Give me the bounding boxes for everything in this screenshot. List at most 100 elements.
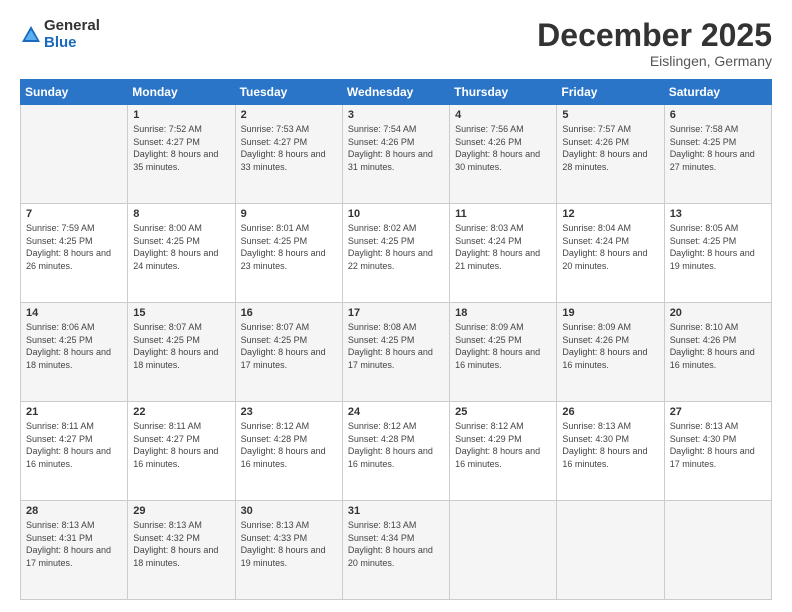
- day-number: 31: [348, 505, 444, 517]
- day-number: 10: [348, 208, 444, 220]
- day-cell: 13Sunrise: 8:05 AMSunset: 4:25 PMDayligh…: [664, 204, 771, 303]
- day-number: 30: [241, 505, 337, 517]
- day-cell: 15 Sunrise: 8:07 AMSunset: 4:25 PMDayligh…: [128, 303, 235, 402]
- day-number: 18: [455, 307, 551, 319]
- weekday-row: SundayMondayTuesdayWednesdayThursdayFrid…: [21, 80, 772, 105]
- calendar-header: SundayMondayTuesdayWednesdayThursdayFrid…: [21, 80, 772, 105]
- day-number: 24: [348, 406, 444, 418]
- day-number: 2: [241, 109, 337, 121]
- day-info: Sunrise: 8:13 AMSunset: 4:30 PMDaylight:…: [670, 420, 766, 470]
- day-info: Sunrise: 8:11 AMSunset: 4:27 PMDaylight:…: [26, 420, 122, 470]
- day-info: Sunrise: 8:01 AMSunset: 4:25 PMDaylight:…: [241, 222, 337, 272]
- day-number: 6: [670, 109, 766, 121]
- day-cell: 5 Sunrise: 7:57 AMSunset: 4:26 PMDaylight…: [557, 105, 664, 204]
- weekday-header-wednesday: Wednesday: [342, 80, 449, 105]
- day-number: 27: [670, 406, 766, 418]
- header: General Blue December 2025 Eislingen, Ge…: [20, 18, 772, 69]
- day-info: Sunrise: 8:13 AMSunset: 4:33 PMDaylight:…: [241, 519, 337, 569]
- day-cell: 19 Sunrise: 8:09 AMSunset: 4:26 PMDayligh…: [557, 303, 664, 402]
- day-cell: [557, 501, 664, 600]
- day-cell: 31 Sunrise: 8:13 AMSunset: 4:34 PMDayligh…: [342, 501, 449, 600]
- day-cell: 23 Sunrise: 8:12 AMSunset: 4:28 PMDayligh…: [235, 402, 342, 501]
- logo-text: General Blue: [44, 18, 100, 51]
- day-info: Sunrise: 7:57 AMSunset: 4:26 PMDaylight:…: [562, 123, 658, 173]
- day-cell: 30 Sunrise: 8:13 AMSunset: 4:33 PMDayligh…: [235, 501, 342, 600]
- day-info: Sunrise: 8:08 AMSunset: 4:25 PMDaylight:…: [348, 321, 444, 371]
- week-row-1: 1Sunrise: 7:52 AMSunset: 4:27 PMDaylight…: [21, 105, 772, 204]
- day-info: Sunrise: 8:13 AMSunset: 4:34 PMDaylight:…: [348, 519, 444, 569]
- day-info: Sunrise: 8:12 AMSunset: 4:29 PMDaylight:…: [455, 420, 551, 470]
- day-number: 26: [562, 406, 658, 418]
- day-number: 9: [241, 208, 337, 220]
- day-number: 5: [562, 109, 658, 121]
- logo-icon: [20, 24, 42, 46]
- day-number: 15: [133, 307, 229, 319]
- day-info: Sunrise: 8:11 AMSunset: 4:27 PMDaylight:…: [133, 420, 229, 470]
- day-cell: 28 Sunrise: 8:13 AMSunset: 4:31 PMDayligh…: [21, 501, 128, 600]
- week-row-5: 28 Sunrise: 8:13 AMSunset: 4:31 PMDayligh…: [21, 501, 772, 600]
- day-info: Sunrise: 7:52 AMSunset: 4:27 PMDaylight:…: [133, 123, 229, 173]
- day-number: 22: [133, 406, 229, 418]
- day-number: 11: [455, 208, 551, 220]
- day-number: 3: [348, 109, 444, 121]
- week-row-4: 21Sunrise: 8:11 AMSunset: 4:27 PMDayligh…: [21, 402, 772, 501]
- day-cell: 8Sunrise: 8:00 AMSunset: 4:25 PMDaylight…: [128, 204, 235, 303]
- day-cell: 9 Sunrise: 8:01 AMSunset: 4:25 PMDaylight…: [235, 204, 342, 303]
- day-info: Sunrise: 8:02 AMSunset: 4:25 PMDaylight:…: [348, 222, 444, 272]
- day-info: Sunrise: 8:04 AMSunset: 4:24 PMDaylight:…: [562, 222, 658, 272]
- day-cell: 17 Sunrise: 8:08 AMSunset: 4:25 PMDayligh…: [342, 303, 449, 402]
- day-info: Sunrise: 7:53 AMSunset: 4:27 PMDaylight:…: [241, 123, 337, 173]
- calendar-body: 1Sunrise: 7:52 AMSunset: 4:27 PMDaylight…: [21, 105, 772, 600]
- day-info: Sunrise: 8:13 AMSunset: 4:32 PMDaylight:…: [133, 519, 229, 569]
- weekday-header-thursday: Thursday: [450, 80, 557, 105]
- day-number: 25: [455, 406, 551, 418]
- logo: General Blue: [20, 18, 100, 51]
- weekday-header-sunday: Sunday: [21, 80, 128, 105]
- day-info: Sunrise: 7:59 AMSunset: 4:25 PMDaylight:…: [26, 222, 122, 272]
- title-block: December 2025 Eislingen, Germany: [537, 18, 772, 69]
- day-number: 14: [26, 307, 122, 319]
- day-cell: 14Sunrise: 8:06 AMSunset: 4:25 PMDayligh…: [21, 303, 128, 402]
- day-cell: 24 Sunrise: 8:12 AMSunset: 4:28 PMDayligh…: [342, 402, 449, 501]
- day-number: 19: [562, 307, 658, 319]
- day-cell: 12 Sunrise: 8:04 AMSunset: 4:24 PMDayligh…: [557, 204, 664, 303]
- day-cell: 25 Sunrise: 8:12 AMSunset: 4:29 PMDayligh…: [450, 402, 557, 501]
- day-number: 12: [562, 208, 658, 220]
- day-info: Sunrise: 8:13 AMSunset: 4:31 PMDaylight:…: [26, 519, 122, 569]
- day-cell: 26Sunrise: 8:13 AMSunset: 4:30 PMDayligh…: [557, 402, 664, 501]
- day-number: 4: [455, 109, 551, 121]
- day-cell: [664, 501, 771, 600]
- weekday-header-tuesday: Tuesday: [235, 80, 342, 105]
- day-info: Sunrise: 8:12 AMSunset: 4:28 PMDaylight:…: [241, 420, 337, 470]
- day-cell: [21, 105, 128, 204]
- day-info: Sunrise: 8:07 AMSunset: 4:25 PMDaylight:…: [133, 321, 229, 371]
- day-cell: 16Sunrise: 8:07 AMSunset: 4:25 PMDayligh…: [235, 303, 342, 402]
- day-number: 17: [348, 307, 444, 319]
- day-cell: 18 Sunrise: 8:09 AMSunset: 4:25 PMDayligh…: [450, 303, 557, 402]
- page: General Blue December 2025 Eislingen, Ge…: [0, 0, 792, 612]
- weekday-header-monday: Monday: [128, 80, 235, 105]
- day-cell: 29 Sunrise: 8:13 AMSunset: 4:32 PMDayligh…: [128, 501, 235, 600]
- day-cell: 10 Sunrise: 8:02 AMSunset: 4:25 PMDayligh…: [342, 204, 449, 303]
- day-number: 13: [670, 208, 766, 220]
- day-info: Sunrise: 8:09 AMSunset: 4:25 PMDaylight:…: [455, 321, 551, 371]
- day-info: Sunrise: 8:09 AMSunset: 4:26 PMDaylight:…: [562, 321, 658, 371]
- day-info: Sunrise: 8:12 AMSunset: 4:28 PMDaylight:…: [348, 420, 444, 470]
- day-info: Sunrise: 8:07 AMSunset: 4:25 PMDaylight:…: [241, 321, 337, 371]
- weekday-header-saturday: Saturday: [664, 80, 771, 105]
- day-cell: 3Sunrise: 7:54 AMSunset: 4:26 PMDaylight…: [342, 105, 449, 204]
- day-cell: 1Sunrise: 7:52 AMSunset: 4:27 PMDaylight…: [128, 105, 235, 204]
- day-info: Sunrise: 7:56 AMSunset: 4:26 PMDaylight:…: [455, 123, 551, 173]
- day-cell: 22 Sunrise: 8:11 AMSunset: 4:27 PMDayligh…: [128, 402, 235, 501]
- day-number: 23: [241, 406, 337, 418]
- day-cell: 20Sunrise: 8:10 AMSunset: 4:26 PMDayligh…: [664, 303, 771, 402]
- logo-general-label: General: [44, 18, 100, 35]
- day-info: Sunrise: 8:10 AMSunset: 4:26 PMDaylight:…: [670, 321, 766, 371]
- month-title: December 2025: [537, 18, 772, 53]
- day-number: 28: [26, 505, 122, 517]
- day-info: Sunrise: 8:03 AMSunset: 4:24 PMDaylight:…: [455, 222, 551, 272]
- day-cell: 6Sunrise: 7:58 AMSunset: 4:25 PMDaylight…: [664, 105, 771, 204]
- day-info: Sunrise: 8:00 AMSunset: 4:25 PMDaylight:…: [133, 222, 229, 272]
- day-number: 29: [133, 505, 229, 517]
- week-row-2: 7Sunrise: 7:59 AMSunset: 4:25 PMDaylight…: [21, 204, 772, 303]
